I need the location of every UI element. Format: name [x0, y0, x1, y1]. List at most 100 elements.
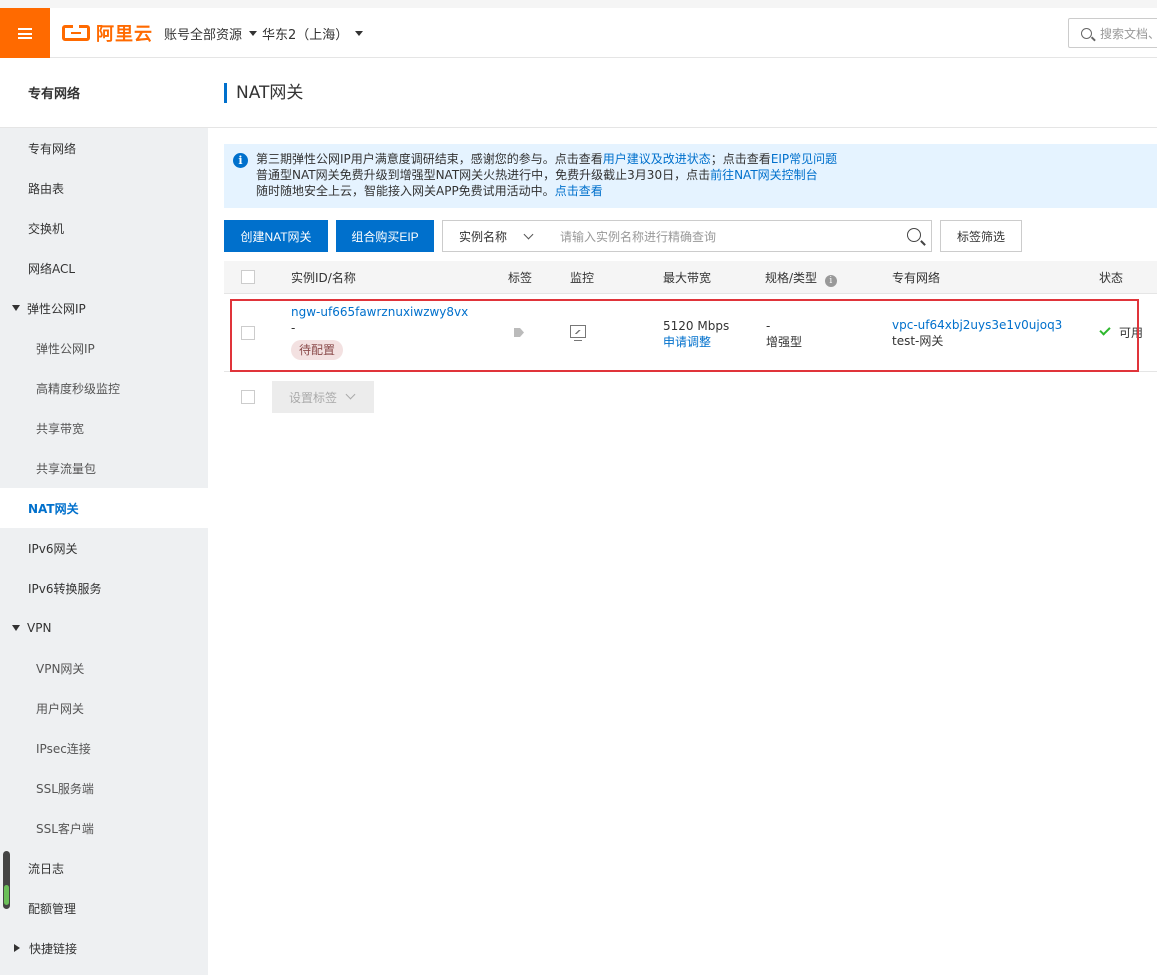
set-tags-button[interactable]: 设置标签	[272, 381, 374, 413]
instance-name: -	[291, 321, 296, 335]
sidebar-item[interactable]: 流日志	[0, 848, 208, 888]
sidebar-item-label: 用户网关	[36, 701, 85, 716]
sidebar-item[interactable]: SSL客户端	[0, 808, 208, 848]
sidebar-item-label: VPN	[27, 621, 52, 635]
sidebar-item[interactable]: 路由表	[0, 168, 208, 208]
sidebar-item[interactable]: VPN网关	[0, 648, 208, 688]
vpc-cell: vpc-uf64xbj2uys3e1v0ujoq3 test-网关	[892, 317, 1062, 349]
sidebar-item-label: 路由表	[28, 181, 65, 196]
sidebar-item[interactable]: IPv6转换服务	[0, 568, 208, 608]
sidebar-item[interactable]: 用户网关	[0, 688, 208, 728]
set-tags-label: 设置标签	[289, 390, 338, 405]
instance-cell: ngw-uf665fawrznuxiwzwy8vx - 待配置	[291, 304, 468, 360]
sidebar-item[interactable]: SSL服务端	[0, 768, 208, 808]
account-resources-dropdown[interactable]: 账号全部资源	[164, 24, 258, 43]
instance-query-input[interactable]: 请输入实例名称进行精确查询	[544, 220, 932, 252]
search-icon[interactable]	[907, 228, 921, 242]
global-search-input[interactable]: 搜索文档、	[1068, 18, 1157, 48]
sidebar-item-label: 共享流量包	[36, 461, 97, 476]
combo-buy-eip-button[interactable]: 组合购买EIP	[336, 220, 434, 252]
tag-filter-button[interactable]: 标签筛选	[940, 220, 1022, 252]
aliyun-logo[interactable]: 阿里云	[62, 20, 153, 46]
caret-right-icon	[14, 944, 20, 952]
sidebar-item[interactable]: 弹性公网IP	[0, 328, 208, 368]
filter-field-select[interactable]: 实例名称	[442, 220, 545, 252]
notice-text: 第三期弹性公网IP用户满意度调研结束，感谢您的参与。点击查看	[256, 152, 603, 166]
scroll-indicator[interactable]	[3, 851, 10, 909]
view-trial-link[interactable]: 点击查看	[555, 184, 603, 198]
create-nat-gateway-button[interactable]: 创建NAT网关	[224, 220, 328, 252]
monitor-icon[interactable]	[570, 325, 586, 341]
sidebar-item-label: 配额管理	[28, 901, 77, 916]
notice-line-1: 第三期弹性公网IP用户满意度调研结束，感谢您的参与。点击查看用户建议及改进状态；…	[256, 151, 1157, 167]
instance-id-link[interactable]: ngw-uf665fawrznuxiwzwy8vx	[291, 305, 468, 319]
improvement-status-link[interactable]: 用户建议及改进状态	[603, 152, 711, 166]
aliyun-logo-icon	[62, 25, 90, 41]
sidebar-item[interactable]: 配额管理	[0, 888, 208, 928]
top-bar: 阿里云 账号全部资源 华东2（上海） 搜索文档、	[0, 0, 1157, 58]
spec-cell: - 增强型	[766, 318, 802, 350]
sidebar-item[interactable]: 交换机	[0, 208, 208, 248]
sidebar-item[interactable]: 共享带宽	[0, 408, 208, 448]
nat-console-link[interactable]: 前往NAT网关控制台	[710, 168, 818, 182]
hamburger-menu-button[interactable]	[0, 8, 50, 58]
caret-down-icon	[12, 305, 20, 311]
chevron-down-icon	[523, 229, 534, 240]
sidebar-item-label: 高精度秒级监控	[36, 381, 121, 396]
sidebar-item-label: 弹性公网IP	[36, 341, 95, 356]
tag-icon[interactable]	[514, 328, 524, 337]
sidebar: 专有网络 专有网络路由表交换机网络ACL 弹性公网IP 弹性公网IP 高精度秒级监控共…	[0, 58, 208, 975]
region-label: 华东2（上海）	[262, 28, 349, 43]
column-header-vpc: 专有网络	[892, 271, 941, 285]
row-checkbox[interactable]	[241, 326, 255, 340]
notice-text: ；点击查看	[710, 152, 771, 166]
info-icon: i	[233, 153, 248, 168]
column-header-spec: 规格/类型 i	[765, 269, 837, 287]
request-adjust-link[interactable]: 申请调整	[663, 335, 711, 349]
sidebar-item[interactable]: VPN	[0, 608, 208, 648]
sidebar-nav: 专有网络路由表交换机网络ACL 弹性公网IP 弹性公网IP 高精度秒级监控 共享带宽共享…	[0, 128, 208, 968]
filter-field-value: 实例名称	[459, 229, 508, 244]
column-header-tags: 标签	[508, 271, 533, 285]
sidebar-item-label: 共享带宽	[36, 421, 85, 436]
column-header-id-name: 实例ID/名称	[291, 271, 356, 285]
sidebar-item-label: SSL客户端	[36, 821, 94, 836]
notice-text: 普通型NAT网关免费升级到增强型NAT网关火热进行中，免费升级截止3月30日，点…	[256, 168, 711, 182]
sidebar-item[interactable]: 高精度秒级监控	[0, 368, 208, 408]
sidebar-item[interactable]: 专有网络	[0, 128, 208, 168]
toolbar: 创建NAT网关 组合购买EIP 实例名称 请输入实例名称进行精确查询 标签筛选	[224, 220, 1157, 252]
vpc-id-link[interactable]: vpc-uf64xbj2uys3e1v0ujoq3	[892, 318, 1062, 332]
bandwidth-cell: 5120 Mbps 申请调整	[663, 318, 729, 350]
sidebar-item[interactable]: IPsec连接	[0, 728, 208, 768]
sidebar-item[interactable]: 弹性公网IP	[0, 288, 208, 328]
sidebar-item-label: 快捷链接	[29, 941, 78, 956]
sidebar-item-label: SSL服务端	[36, 781, 94, 796]
footer-select-all-checkbox[interactable]	[241, 390, 255, 404]
bandwidth-value: 5120 Mbps	[663, 319, 730, 333]
status-text: 可用	[1119, 326, 1144, 340]
sidebar-item[interactable]: 网络ACL	[0, 248, 208, 288]
sidebar-item[interactable]: 共享流量包	[0, 448, 208, 488]
sidebar-item[interactable]: NAT网关	[0, 488, 208, 528]
spec-value: -	[766, 319, 771, 333]
select-all-checkbox[interactable]	[241, 270, 255, 284]
sidebar-item-label: 网络ACL	[28, 261, 76, 276]
sidebar-item[interactable]: 快捷链接	[0, 928, 208, 968]
menu-icon	[18, 27, 32, 39]
help-icon[interactable]: i	[824, 275, 837, 287]
column-header-bandwidth: 最大带宽	[663, 271, 712, 285]
column-header-monitor: 监控	[570, 271, 595, 285]
sidebar-item-label: IPsec连接	[36, 741, 91, 756]
table-row: ngw-uf665fawrznuxiwzwy8vx - 待配置 5120 Mbp…	[224, 294, 1157, 372]
sidebar-item[interactable]: IPv6网关	[0, 528, 208, 568]
column-header-status: 状态	[1099, 271, 1124, 285]
pending-config-badge: 待配置	[291, 340, 344, 360]
sidebar-item-label: IPv6网关	[28, 541, 78, 556]
caret-down-icon	[355, 31, 364, 36]
region-dropdown[interactable]: 华东2（上海）	[262, 24, 364, 43]
column-header-spec-label: 规格/类型	[765, 271, 818, 285]
caret-down-icon	[249, 31, 258, 36]
sidebar-item-label: IPv6转换服务	[28, 581, 102, 596]
page-title: NAT网关	[224, 83, 303, 103]
eip-faq-link[interactable]: EIP常见问题	[771, 152, 837, 166]
